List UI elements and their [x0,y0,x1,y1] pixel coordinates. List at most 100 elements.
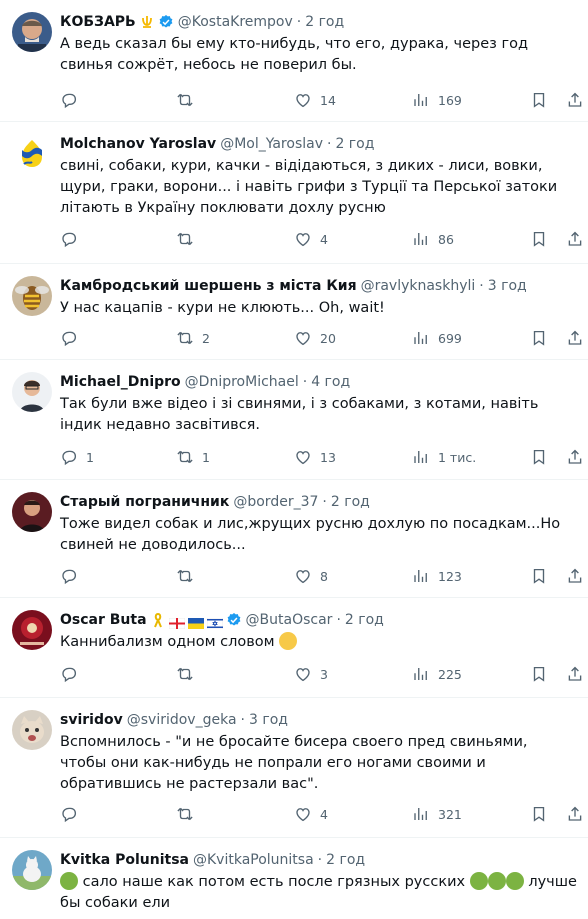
reply-button[interactable] [60,805,86,823]
author-name[interactable]: Michael_Dnipro [60,372,181,392]
timestamp[interactable]: 2 год [331,492,370,512]
avatar[interactable] [12,276,52,316]
tweet[interactable]: Kvitka Polunitsa @KvitkaPolunitsa · 2 го… [0,838,588,919]
bookmark-button[interactable] [530,567,548,585]
bookmark-button[interactable] [530,805,548,823]
avatar[interactable] [12,710,52,750]
bookmark-icon [530,805,548,823]
timestamp[interactable]: 2 год [305,12,344,32]
separator-dot: · [336,612,341,628]
retweet-button[interactable] [176,805,202,823]
author-handle[interactable]: @border_37 [233,492,318,512]
tweet[interactable]: Камбродський шершень з міста Кия @ravlyk… [0,264,588,360]
retweet-button[interactable] [176,665,202,683]
retweet-count: 1 [202,449,210,465]
timestamp[interactable]: 2 год [326,850,365,870]
author-handle[interactable]: @ravlyknaskhyli [361,276,476,296]
timestamp[interactable]: 3 год [249,710,288,730]
timestamp[interactable]: 3 год [488,276,527,296]
like-icon [294,805,312,823]
retweet-button[interactable] [176,230,202,248]
reply-button[interactable] [60,329,86,347]
reply-button[interactable]: 1 [60,448,94,466]
views-button[interactable]: 169 [412,91,462,109]
share-button[interactable] [566,448,584,466]
views-button[interactable]: 1 тис. [412,448,476,466]
tweet[interactable]: Oscar Buta @ButaOscar · 2 год Каннибализ… [0,598,588,698]
like-button[interactable]: 14 [294,91,336,109]
author-handle[interactable]: @ButaOscar [246,610,333,630]
author-name[interactable]: КОБЗАРЬ [60,12,136,32]
timestamp[interactable]: 2 год [335,134,374,154]
bookmark-button[interactable] [530,230,548,248]
tweet-text: А ведь сказал бы ему кто-нибудь, что его… [60,36,528,73]
reply-button[interactable] [60,567,86,585]
bookmark-button[interactable] [530,665,548,683]
reply-icon [60,665,78,683]
author-name[interactable]: Molchanov Yaroslav [60,134,216,154]
retweet-count: 2 [202,330,210,346]
author-name[interactable]: Камбродський шершень з міста Кия [60,276,357,296]
share-button[interactable] [566,805,584,823]
tweet[interactable]: sviridov @sviridov_geka · 3 год Вспомнил… [0,698,588,838]
retweet-button[interactable] [176,567,202,585]
separator-dot: · [327,136,332,152]
share-button[interactable] [566,665,584,683]
tweet[interactable]: Старый пограничник @border_37 · 2 год То… [0,480,588,598]
author-handle[interactable]: @KvitkaPolunitsa [193,850,314,870]
avatar[interactable] [12,372,52,412]
reply-button[interactable] [60,91,86,109]
retweet-button[interactable] [176,91,202,109]
author-handle[interactable]: @Mol_Yaroslav [220,134,323,154]
share-icon [566,448,584,466]
like-button[interactable]: 8 [294,567,328,585]
nauseated-face-icon [469,872,488,890]
like-button[interactable]: 3 [294,665,328,683]
bookmark-button[interactable] [530,448,548,466]
ribbon-icon [150,612,166,628]
views-button[interactable]: 86 [412,230,454,248]
timestamp[interactable]: 4 год [311,372,350,392]
avatar[interactable] [12,12,52,52]
tweet[interactable]: Michael_Dnipro @DniproMichael · 4 год Та… [0,360,588,480]
share-button[interactable] [566,567,584,585]
author-handle[interactable]: @DniproMichael [185,372,299,392]
author-name[interactable]: Kvitka Polunitsa [60,850,189,870]
tweet-text: сало наше как потом есть после грязных р… [60,872,578,914]
retweet-button[interactable]: 1 [176,448,210,466]
share-button[interactable] [566,329,584,347]
avatar[interactable] [12,610,52,650]
author-name[interactable]: sviridov [60,710,123,730]
like-count: 14 [320,92,336,108]
views-button[interactable]: 225 [412,665,462,683]
views-button[interactable]: 321 [412,805,462,823]
retweet-button[interactable]: 2 [176,329,210,347]
like-button[interactable]: 13 [294,448,336,466]
bookmark-icon [530,567,548,585]
views-button[interactable]: 123 [412,567,462,585]
like-button[interactable]: 4 [294,805,328,823]
tweet[interactable]: Molchanov Yaroslav @Mol_Yaroslav · 2 год… [0,122,588,264]
like-icon [294,329,312,347]
avatar[interactable] [12,134,52,174]
share-button[interactable] [566,91,584,109]
like-button[interactable]: 4 [294,230,328,248]
author-handle[interactable]: @KostaKrempov [178,12,293,32]
tweet[interactable]: КОБЗАРЬ @KostaKrempov · 2 год А ведь ска… [0,0,588,122]
author-name[interactable]: Старый пограничник [60,492,229,512]
avatar[interactable] [12,492,52,532]
avatar[interactable] [12,850,52,890]
reply-button[interactable] [60,665,86,683]
share-button[interactable] [566,230,584,248]
author-handle[interactable]: @sviridov_geka [127,710,237,730]
views-button[interactable]: 699 [412,329,462,347]
like-icon [294,567,312,585]
bookmark-button[interactable] [530,91,548,109]
reply-button[interactable] [60,230,86,248]
author-name[interactable]: Oscar Buta [60,610,147,630]
timestamp[interactable]: 2 год [345,610,384,630]
share-icon [566,805,584,823]
bookmark-button[interactable] [530,329,548,347]
like-button[interactable]: 20 [294,329,336,347]
reply-icon [60,805,78,823]
